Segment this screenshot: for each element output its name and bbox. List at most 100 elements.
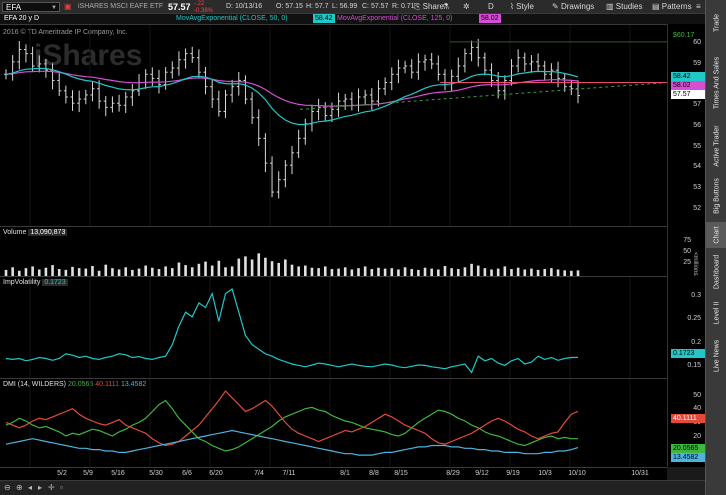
price-pane[interactable]: 2016 © TD Ameritrade IP Company, Inc. iS…: [0, 24, 667, 227]
tab-dashboard[interactable]: Dashboard: [706, 252, 726, 292]
volume-bar: [377, 267, 380, 276]
volume-bar: [164, 266, 167, 276]
volume-bar: [224, 267, 227, 276]
volume-bar: [270, 261, 274, 276]
price-axis: $60.17 605958575655545352 58.42 58.02 57…: [667, 24, 705, 226]
symbol-input[interactable]: EFA ▼: [2, 2, 60, 12]
iv-axis-label: 0.15: [687, 361, 701, 369]
time-axis-label: 8/8: [369, 470, 379, 477]
iv-axis-label: 0.25: [687, 315, 701, 323]
ema50-tag: 58.42: [671, 72, 705, 81]
iv-axis-label: 0.3: [691, 292, 701, 300]
volume-axis-label: 75: [683, 237, 691, 245]
price-axis-label: 57: [693, 101, 701, 109]
tab-level-ii[interactable]: Level II: [706, 296, 726, 330]
patterns-button[interactable]: ▤ Patterns: [652, 0, 692, 14]
flask-icon: ⚗: [442, 2, 450, 11]
menu-icon[interactable]: ≡: [696, 0, 701, 14]
time-axis-label: 5/16: [111, 470, 125, 477]
price-axis-label: 53: [693, 184, 701, 191]
chevron-down-icon: ▼: [51, 5, 57, 11]
volume-bar: [111, 268, 114, 276]
volume-chart: [4, 253, 580, 276]
volume-bar: [550, 268, 553, 276]
tab-label: Level II: [713, 301, 720, 325]
volume-bar: [230, 266, 234, 276]
gear-icon: ✲: [463, 2, 470, 11]
volume-bar: [217, 260, 221, 276]
tab-big-buttons[interactable]: Big Buttons: [706, 174, 726, 218]
aggregation-button[interactable]: D: [488, 0, 494, 14]
tab-active-trader[interactable]: Active Trader: [706, 122, 726, 170]
time-axis-label: 7/4: [254, 470, 264, 477]
fit-icon[interactable]: ▫: [60, 483, 63, 493]
zoom-in-icon[interactable]: ⊕: [16, 483, 23, 493]
tab-live-news[interactable]: Live News: [706, 334, 726, 378]
volume-bar: [71, 266, 74, 276]
volume-bar: [476, 265, 480, 276]
volume-bar: [496, 268, 500, 276]
volume-bar: [337, 268, 340, 276]
settings-button[interactable]: ✲: [463, 0, 470, 14]
tab-label: Chart: [713, 226, 720, 244]
tab-label: Live News: [713, 339, 720, 373]
pan-left-icon[interactable]: ◂: [28, 483, 32, 493]
volume-bar: [264, 257, 267, 276]
iv-axis-label: 0.2: [691, 338, 701, 346]
price-axis-label: 60: [693, 39, 701, 47]
volume-bar: [237, 258, 241, 276]
style-button[interactable]: ⌇ Style: [510, 0, 534, 14]
volume-bar: [317, 268, 320, 276]
studies-icon: ▥: [606, 2, 616, 11]
tab-trade[interactable]: Trade: [706, 2, 726, 44]
price-axis-label: 54: [693, 163, 701, 171]
symbol-text: EFA: [6, 3, 22, 12]
ema125-value: 58.02: [479, 14, 501, 23]
drawings-button[interactable]: ✎ Drawings: [552, 0, 594, 14]
dmi-axis: 5040302010 40.1111 20.0565 13.4582: [667, 378, 705, 467]
impvolatility-pane[interactable]: ImpVolatility 0.1723: [0, 276, 667, 379]
share-icon: ⎘: [414, 2, 423, 11]
dmi-plus-tag: 20.0565: [671, 444, 705, 453]
pencil-icon: ✎: [552, 2, 561, 11]
volume-bar: [323, 266, 327, 276]
price-axis-label: 52: [693, 204, 701, 212]
studies-button[interactable]: ▥ Studies: [606, 0, 642, 14]
volume-bar: [310, 267, 314, 276]
time-axis[interactable]: 5/2 5/9 5/16 5/30 6/6 6/20 7/4 7/11 8/1 8/8 8/15 8/…: [0, 467, 667, 480]
study-legend-row: EFA 20 y D MovAvgExponential (CLOSE, 50,…: [0, 14, 705, 24]
volume-unit: <millions>: [692, 252, 698, 280]
volume-bar: [290, 264, 294, 276]
volume-bar: [483, 268, 487, 276]
chart-status-bar: ⊖ ⊕ ◂ ▸ ✛ ▫: [0, 480, 705, 495]
volume-bar: [423, 267, 427, 276]
time-axis-label: 6/6: [182, 470, 192, 477]
right-tab-strip: Trade Times And Sales Active Trader Big But…: [705, 0, 726, 495]
volume-bar: [11, 267, 14, 276]
volume-bar: [84, 268, 88, 276]
pan-right-icon[interactable]: ▸: [38, 483, 42, 493]
volume-bar: [383, 268, 387, 276]
volume-bar: [357, 268, 360, 276]
crosshair-icon[interactable]: ✛: [48, 483, 55, 493]
volume-bar: [44, 267, 48, 276]
zoom-out-icon[interactable]: ⊖: [4, 483, 11, 493]
tab-label: Active Trader: [713, 125, 720, 167]
time-axis-label: 8/1: [340, 470, 350, 477]
last-price-tag: 57.57: [671, 90, 705, 99]
share-label: Share: [422, 2, 444, 11]
dmi-axis-label: 50: [693, 391, 701, 399]
tab-chart[interactable]: Chart: [706, 222, 726, 248]
dmi-pane[interactable]: DMI (14, WILDERS) 20.0565 40.1111 13.458…: [0, 378, 667, 468]
volume-bar: [330, 269, 334, 276]
volume-pane[interactable]: Volume 13,090,873: [0, 226, 667, 276]
time-axis-label: 8/29: [446, 470, 460, 477]
dmi-minus-line: [5, 390, 579, 447]
tab-times-and-sales[interactable]: Times And Sales: [706, 48, 726, 118]
time-axis-label: 5/30: [149, 470, 163, 477]
volume-bar: [530, 268, 533, 276]
volume-bar: [277, 262, 280, 276]
alert-icon[interactable]: ▣: [64, 0, 72, 14]
time-axis-label: 6/20: [209, 470, 223, 477]
volume-bar: [430, 268, 433, 276]
